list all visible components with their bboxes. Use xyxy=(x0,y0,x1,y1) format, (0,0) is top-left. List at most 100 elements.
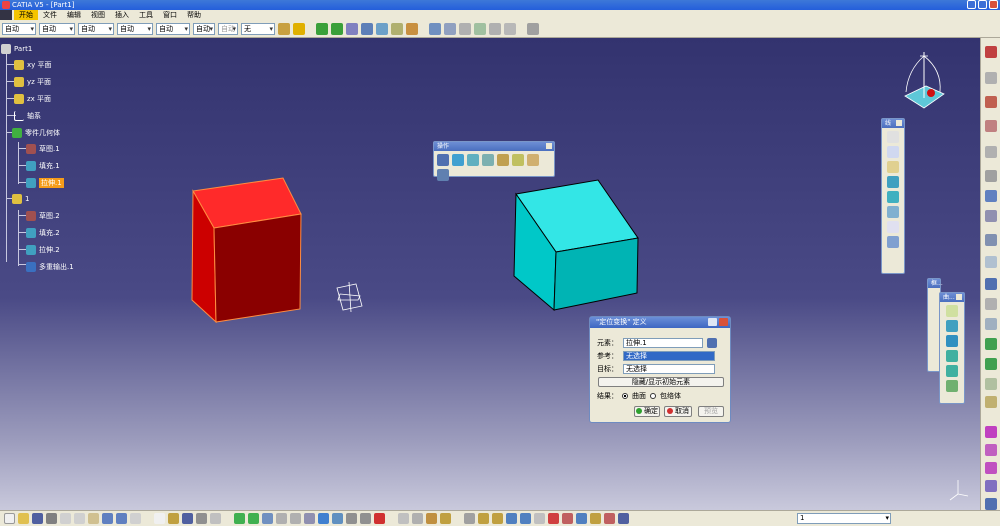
red-cube[interactable] xyxy=(191,177,302,324)
tree-item-sketch-2[interactable]: 草图.2 xyxy=(26,211,60,221)
tree-root-part1[interactable]: Part1 xyxy=(1,44,32,54)
extract-icon[interactable] xyxy=(527,154,539,166)
tree-item-fill-2[interactable]: 填充.2 xyxy=(26,228,60,238)
render-icon[interactable] xyxy=(374,513,385,524)
target-field[interactable]: 无选择 xyxy=(623,364,715,374)
annotation-icon[interactable] xyxy=(492,513,503,524)
mount-icon[interactable] xyxy=(478,513,489,524)
normal-view-icon[interactable] xyxy=(304,513,315,524)
copy-icon[interactable] xyxy=(74,513,85,524)
sketch-plane-icon[interactable] xyxy=(985,72,997,84)
instant-icon[interactable] xyxy=(604,513,615,524)
dialog-help-button[interactable] xyxy=(708,318,717,326)
curvature-icon[interactable] xyxy=(985,444,997,456)
circle-icon[interactable] xyxy=(887,221,899,233)
camera-icon[interactable] xyxy=(464,513,475,524)
trim-icon[interactable] xyxy=(497,154,509,166)
tree-item-yz-plane[interactable]: yz 平面 xyxy=(14,77,51,87)
hide-show-initial-button[interactable]: 隐藏/显示初始元素 xyxy=(598,377,724,387)
sketch-tool-icon[interactable] xyxy=(376,22,388,35)
dimension-icon[interactable] xyxy=(985,396,997,408)
tree-item-fill-1[interactable]: 填充.1 xyxy=(26,161,60,171)
heal-icon[interactable] xyxy=(452,154,464,166)
dialog-close-button[interactable] xyxy=(719,318,728,326)
maximize-button[interactable] xyxy=(978,0,987,9)
rotate-view-icon[interactable] xyxy=(262,513,273,524)
split-icon[interactable] xyxy=(482,154,494,166)
open-icon[interactable] xyxy=(18,513,29,524)
menu-start[interactable]: 开始 xyxy=(14,10,38,20)
minimize-button[interactable] xyxy=(967,0,976,9)
color-combo[interactable]: 自动 xyxy=(2,22,36,35)
layer-tool-icon[interactable] xyxy=(618,513,629,524)
table-view-icon[interactable] xyxy=(182,513,193,524)
param-view-icon[interactable] xyxy=(398,513,409,524)
point-type-combo[interactable]: 自动 xyxy=(156,22,190,35)
tree-item-multi-output-1[interactable]: 多重输出.1 xyxy=(26,262,74,272)
cut-icon[interactable] xyxy=(60,513,71,524)
parent-children-icon[interactable] xyxy=(527,22,539,35)
iso-view-icon[interactable] xyxy=(318,513,329,524)
profile-icon[interactable] xyxy=(985,210,997,222)
inertia-icon[interactable] xyxy=(440,513,451,524)
plane-system-icon[interactable] xyxy=(576,513,587,524)
tree-item-axis-system[interactable]: 轴系 xyxy=(14,111,41,121)
fill-surface-icon[interactable] xyxy=(946,380,958,392)
sketch-analysis-icon[interactable] xyxy=(196,513,207,524)
menu-view[interactable]: 视图 xyxy=(86,10,110,20)
element-field[interactable]: 拉伸.1 xyxy=(623,338,703,348)
sphere-icon[interactable] xyxy=(946,335,958,347)
close-button[interactable] xyxy=(989,0,998,9)
fit-all-icon[interactable] xyxy=(234,513,245,524)
render-style-combo[interactable]: 自动 xyxy=(193,22,215,35)
table-icon[interactable] xyxy=(459,22,471,35)
measure-between-icon[interactable] xyxy=(412,513,423,524)
formula-fx-icon[interactable] xyxy=(154,513,165,524)
menu-window[interactable]: 窗口 xyxy=(158,10,182,20)
ok-button[interactable]: 确定 xyxy=(634,406,660,417)
tree-item-zx-plane[interactable]: zx 平面 xyxy=(14,94,51,104)
axis-tool-icon[interactable] xyxy=(534,513,545,524)
extrude-surface-icon[interactable] xyxy=(946,305,958,317)
pan-view-icon[interactable] xyxy=(248,513,259,524)
constraint-tool-icon[interactable] xyxy=(985,338,997,350)
swap-space-icon[interactable] xyxy=(360,513,371,524)
spline-icon[interactable] xyxy=(887,236,899,248)
tree-item-part-body[interactable]: 零件几何体 xyxy=(12,128,60,138)
spline-tool-icon[interactable] xyxy=(985,256,997,268)
parallel-icon[interactable] xyxy=(985,378,997,390)
save-icon[interactable] xyxy=(32,513,43,524)
join-icon[interactable] xyxy=(437,154,449,166)
layer-combo[interactable]: 无 xyxy=(241,22,275,35)
offset-surface-icon[interactable] xyxy=(946,350,958,362)
spinner-icon[interactable] xyxy=(506,513,517,524)
knowledge-icon[interactable] xyxy=(444,22,456,35)
snap-icon[interactable] xyxy=(985,318,997,330)
arrow-icon[interactable] xyxy=(985,190,997,202)
line-thickness-combo[interactable]: 自动 xyxy=(78,22,114,35)
plane-tool-icon[interactable] xyxy=(887,161,899,173)
measure-icon[interactable] xyxy=(346,22,358,35)
help-icon[interactable] xyxy=(130,513,141,524)
intersection-icon[interactable] xyxy=(887,191,899,203)
element-list-icon[interactable] xyxy=(707,338,717,348)
sweep-icon[interactable] xyxy=(946,365,958,377)
view-mode-icon[interactable] xyxy=(332,513,343,524)
snap-grid-icon[interactable] xyxy=(548,513,559,524)
analysis-icon[interactable] xyxy=(985,426,997,438)
current-layer-combo[interactable]: 1 xyxy=(797,513,891,524)
paste-icon[interactable] xyxy=(88,513,99,524)
menu-insert[interactable]: 插入 xyxy=(110,10,134,20)
zoom-in-icon[interactable] xyxy=(276,513,287,524)
grid-display-icon[interactable] xyxy=(590,513,601,524)
revolve-icon[interactable] xyxy=(946,320,958,332)
tree-item-geoset-1[interactable]: 1 xyxy=(12,194,29,204)
toolbar-close-button[interactable] xyxy=(546,143,552,149)
offset-icon[interactable] xyxy=(887,206,899,218)
transparency-combo[interactable]: 自动 xyxy=(39,22,75,35)
volume-radio[interactable] xyxy=(650,393,656,399)
undo-icon[interactable] xyxy=(102,513,113,524)
tree-item-xy-plane[interactable]: xy 平面 xyxy=(14,60,52,70)
cyan-cube[interactable] xyxy=(513,179,639,312)
exit-icon[interactable] xyxy=(985,120,997,132)
